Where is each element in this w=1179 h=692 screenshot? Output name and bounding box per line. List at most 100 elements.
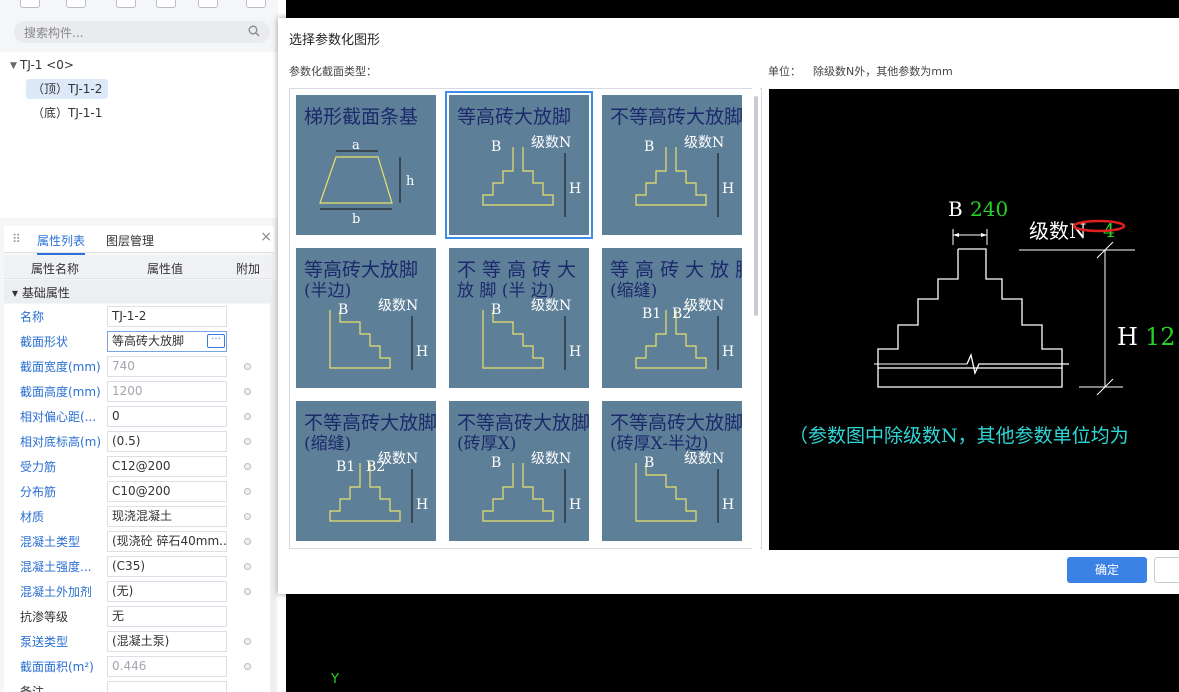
search-box[interactable]: 搜索构件... bbox=[14, 21, 270, 43]
thumb-text: H bbox=[569, 344, 581, 360]
more-button[interactable] bbox=[246, 0, 266, 8]
tree-item-top[interactable]: （顶）TJ-1-2 bbox=[26, 79, 109, 99]
thumb-text: (缩缝) bbox=[610, 281, 657, 301]
section-basic[interactable]: ▾ 基础属性 bbox=[4, 280, 270, 303]
gallery-scrollbar[interactable] bbox=[752, 88, 760, 549]
shape-thumbnail[interactable]: 等 高 砖 大 放 脚 (缩缝) B1 B2 级数N H bbox=[602, 248, 742, 388]
shape-thumbnail[interactable]: 不等高砖大放脚 (砖厚X-半边) B 级数N H bbox=[602, 401, 742, 541]
thumb-text: H bbox=[569, 497, 581, 513]
parametric-shape-dialog: 选择参数化图形 参数化截面类型： 单位： 除级数N外，其他参数为mm 梯形截面条基… bbox=[278, 18, 1179, 594]
ellipsis-button[interactable]: ··· bbox=[207, 334, 225, 348]
preview-drawing: B 240 级数N 4 H 12 （参数图中除级数N，其他参数单位均为 bbox=[789, 197, 1176, 447]
thumb-text: 不等高砖大放脚 bbox=[610, 412, 742, 434]
tab-properties[interactable]: 属性列表 bbox=[37, 232, 86, 255]
property-value-field[interactable]: (无) bbox=[107, 581, 227, 602]
tree-root[interactable]: TJ-1 <0> bbox=[20, 55, 74, 75]
delete-button[interactable] bbox=[116, 0, 136, 8]
close-icon[interactable]: × bbox=[260, 229, 272, 245]
attach-checkbox[interactable] bbox=[244, 588, 251, 595]
property-row[interactable]: 名称 TJ-1-2 bbox=[4, 304, 270, 329]
shape-thumbnail[interactable]: 梯形截面条基 a b h bbox=[296, 95, 436, 235]
left-panel: 搜索构件... ▼ TJ-1 <0> （顶）TJ-1-2 （底）TJ-1-1 ⠿… bbox=[0, 0, 278, 692]
property-row[interactable]: 混凝土类型 (现浇砼 碎石40mm... bbox=[4, 529, 270, 554]
search-icon[interactable] bbox=[248, 24, 260, 38]
attach-checkbox[interactable] bbox=[244, 438, 251, 445]
search-input[interactable]: 搜索构件... bbox=[24, 24, 83, 41]
shape-thumbnail[interactable]: 等高砖大放脚 (半边) B 级数N H bbox=[296, 248, 436, 388]
property-row[interactable]: 截面宽度(mm) 740 bbox=[4, 354, 270, 379]
preview-b-label: B bbox=[948, 197, 963, 221]
cancel-button[interactable] bbox=[1154, 557, 1179, 583]
property-value-field[interactable]: (C35) bbox=[107, 556, 227, 577]
property-row[interactable]: 截面形状 等高砖大放脚 ··· bbox=[4, 329, 270, 354]
attach-checkbox[interactable] bbox=[244, 563, 251, 570]
property-row[interactable]: 截面高度(mm) 1200 bbox=[4, 379, 270, 404]
property-value-field[interactable]: 0.446 bbox=[107, 656, 227, 677]
property-name: 截面高度(mm) bbox=[20, 385, 101, 399]
property-row[interactable]: 截面面积(m²) 0.446 bbox=[4, 654, 270, 679]
property-row[interactable]: 泵送类型 (混凝土泵) bbox=[4, 629, 270, 654]
layer-button[interactable] bbox=[156, 0, 176, 8]
property-row[interactable]: 相对偏心距(... 0 bbox=[4, 404, 270, 429]
ok-button[interactable]: 确定 bbox=[1067, 557, 1147, 583]
copy-button[interactable] bbox=[66, 0, 86, 8]
property-name: 截面形状 bbox=[20, 335, 69, 349]
tab-layers[interactable]: 图层管理 bbox=[106, 232, 154, 249]
property-name: 混凝土外加剂 bbox=[20, 585, 93, 599]
property-row[interactable]: 相对底标高(m) (0.5) bbox=[4, 429, 270, 454]
property-row[interactable]: 混凝土强度... (C35) bbox=[4, 554, 270, 579]
property-row[interactable]: 分布筋 C10@200 bbox=[4, 479, 270, 504]
property-value-field[interactable]: C12@200 bbox=[107, 456, 227, 477]
attach-checkbox[interactable] bbox=[244, 413, 251, 420]
property-name: 材质 bbox=[20, 510, 45, 524]
top-toolbar bbox=[0, 0, 278, 14]
shape-thumbnail[interactable]: 不等高砖大放脚 (缩缝) B1 B2 级数N H bbox=[296, 401, 436, 541]
property-name: 泵送类型 bbox=[20, 635, 69, 649]
property-value-field[interactable]: 无 bbox=[107, 606, 227, 627]
property-value-field[interactable] bbox=[107, 681, 227, 692]
thumb-text: B bbox=[338, 302, 348, 318]
thumb-text: B bbox=[491, 455, 501, 471]
property-value-field[interactable]: 740 bbox=[107, 356, 227, 377]
property-row[interactable]: 备注 bbox=[4, 679, 270, 692]
property-value-field[interactable]: 0 bbox=[107, 406, 227, 427]
property-value-field[interactable]: TJ-1-2 bbox=[107, 306, 227, 327]
property-name: 备注 bbox=[20, 685, 45, 692]
attach-checkbox[interactable] bbox=[244, 638, 251, 645]
property-row[interactable]: 抗渗等级 无 bbox=[4, 604, 270, 629]
property-value-field[interactable]: (0.5) bbox=[107, 431, 227, 452]
attach-checkbox[interactable] bbox=[244, 488, 251, 495]
toolbar-button[interactable] bbox=[20, 0, 40, 8]
shape-thumbnail[interactable]: 不等高砖大放脚 (砖厚X) B 级数N H bbox=[449, 401, 589, 541]
property-value-field[interactable]: 1200 bbox=[107, 381, 227, 402]
tree-item-bottom[interactable]: （底）TJ-1-1 bbox=[32, 103, 102, 123]
property-value-field[interactable]: 现浇混凝土 bbox=[107, 506, 227, 527]
shape-thumbnail[interactable]: 不 等 高 砖 大放 脚 (半 边) B 级数N H bbox=[449, 248, 589, 388]
attach-checkbox[interactable] bbox=[244, 513, 251, 520]
column-attach: 附加 bbox=[236, 262, 261, 276]
attach-checkbox[interactable] bbox=[244, 538, 251, 545]
thumb-text: 等高砖大放脚 bbox=[457, 106, 571, 128]
drag-handle-icon[interactable]: ⠿ bbox=[12, 232, 21, 246]
thumb-text: (缩缝) bbox=[304, 434, 351, 454]
shape-thumbnail[interactable]: 不等高砖大放脚 B 级数N H bbox=[602, 95, 742, 235]
scrollbar[interactable] bbox=[270, 280, 276, 692]
thumb-text: 不等高砖大放脚 bbox=[304, 412, 436, 434]
property-row[interactable]: 受力筋 C12@200 bbox=[4, 454, 270, 479]
thumb-text: b bbox=[352, 212, 360, 227]
property-value-field[interactable]: C10@200 bbox=[107, 481, 227, 502]
attach-checkbox[interactable] bbox=[244, 463, 251, 470]
attach-checkbox[interactable] bbox=[244, 663, 251, 670]
attach-checkbox[interactable] bbox=[244, 363, 251, 370]
property-value-field[interactable]: (现浇砼 碎石40mm... bbox=[107, 531, 227, 552]
thumb-text: H bbox=[416, 497, 428, 513]
shape-thumbnail[interactable]: 等高砖大放脚 B 级数N H bbox=[445, 91, 593, 239]
caret-down-icon[interactable]: ▼ bbox=[10, 61, 17, 71]
thumb-text: h bbox=[406, 174, 415, 189]
attach-checkbox[interactable] bbox=[244, 388, 251, 395]
property-row[interactable]: 混凝土外加剂 (无) bbox=[4, 579, 270, 604]
property-value-field[interactable]: (混凝土泵) bbox=[107, 631, 227, 652]
property-row[interactable]: 材质 现浇混凝土 bbox=[4, 504, 270, 529]
pick-button[interactable] bbox=[198, 0, 218, 8]
component-tree: ▼ TJ-1 <0> （顶）TJ-1-2 （底）TJ-1-1 bbox=[0, 52, 278, 218]
